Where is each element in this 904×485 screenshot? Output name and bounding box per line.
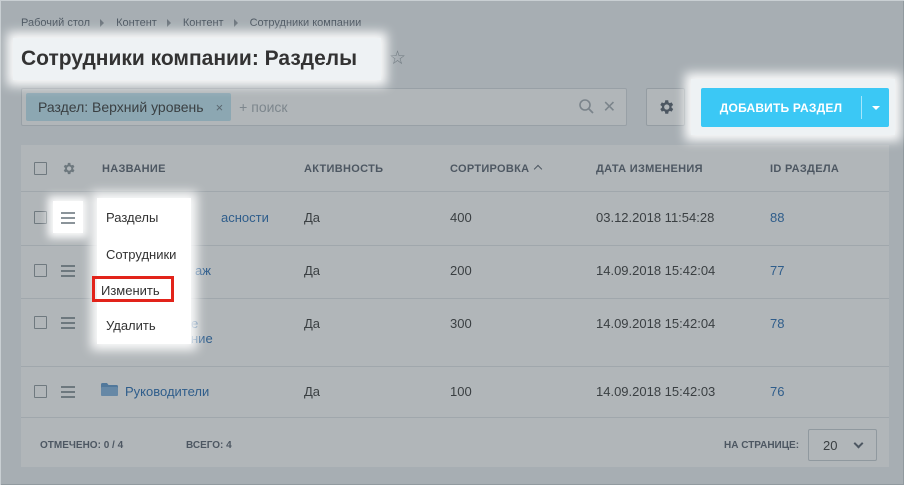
menu-icon[interactable] (61, 212, 75, 227)
add-section-label: ДОБАВИТЬ РАЗДЕЛ (719, 100, 843, 115)
row-menu-highlight (53, 201, 83, 233)
add-section-dropdown[interactable] (862, 88, 889, 127)
chevron-down-icon (871, 105, 880, 110)
page-title: Сотрудники компании: Разделы (21, 47, 358, 70)
add-section-highlight: ДОБАВИТЬ РАЗДЕЛ (691, 79, 895, 135)
context-menu-item-edit[interactable]: Изменить (92, 276, 174, 302)
context-menu-item-delete[interactable]: Удалить (106, 318, 156, 333)
app-window: Рабочий стол Контент Контент Сотрудники … (0, 0, 904, 485)
add-section-button[interactable]: ДОБАВИТЬ РАЗДЕЛ (701, 88, 889, 127)
context-menu-item-employees[interactable]: Сотрудники (106, 247, 176, 262)
context-menu-item-sections[interactable]: Разделы (106, 210, 158, 225)
page-title-highlight: Сотрудники компании: Разделы (13, 38, 381, 80)
context-menu: Разделы Сотрудники Изменить Удалить (92, 198, 191, 344)
